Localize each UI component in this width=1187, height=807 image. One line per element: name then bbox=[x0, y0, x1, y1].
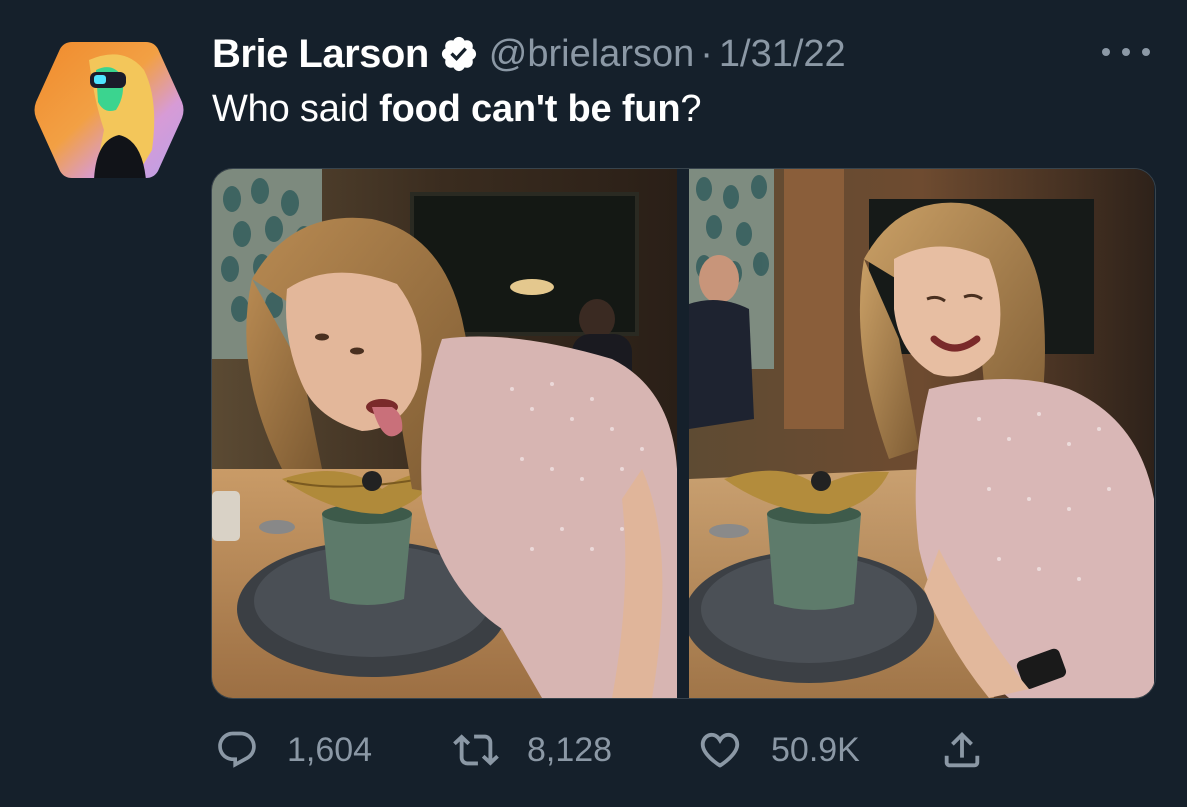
reply-icon bbox=[218, 731, 256, 768]
reply-count: 1,604 bbox=[287, 730, 373, 769]
retweet-icon bbox=[453, 734, 499, 766]
more-options-icon[interactable] bbox=[1102, 40, 1150, 64]
avatar-image bbox=[34, 42, 184, 178]
tweet-text-bold: food can't be fun bbox=[379, 88, 681, 130]
like-button[interactable]: 50.9K bbox=[697, 720, 860, 780]
photo-left[interactable] bbox=[212, 169, 677, 698]
tweet-text: Who said food can't be fun? bbox=[212, 88, 701, 131]
dot-icon bbox=[1122, 48, 1130, 56]
tweet-header: Brie Larson @brielarson · 1/31/22 bbox=[212, 30, 846, 78]
retweet-button[interactable]: 8,128 bbox=[453, 720, 612, 780]
tweet-text-part2: ? bbox=[680, 88, 702, 130]
tweet-actions: 1,604 8,128 50.9K bbox=[211, 720, 1011, 780]
tweet-media bbox=[211, 168, 1156, 699]
photo-right[interactable] bbox=[689, 169, 1154, 698]
author-handle[interactable]: @brielarson bbox=[489, 33, 694, 76]
share-button[interactable] bbox=[939, 720, 1013, 780]
separator-dot: · bbox=[700, 32, 713, 75]
avatar[interactable] bbox=[34, 40, 184, 180]
like-count: 50.9K bbox=[771, 730, 860, 769]
retweet-count: 8,128 bbox=[527, 730, 613, 769]
share-icon bbox=[944, 731, 980, 768]
author-display-name[interactable]: Brie Larson bbox=[212, 32, 429, 77]
like-icon bbox=[700, 732, 740, 768]
tweet[interactable]: Brie Larson @brielarson · 1/31/22 Who sa… bbox=[0, 0, 1187, 807]
tweet-date[interactable]: 1/31/22 bbox=[719, 33, 846, 76]
dot-icon bbox=[1102, 48, 1110, 56]
reply-button[interactable]: 1,604 bbox=[215, 720, 372, 780]
tweet-text-part1: Who said bbox=[212, 88, 380, 130]
dot-icon bbox=[1142, 48, 1150, 56]
verified-badge-icon bbox=[439, 34, 479, 74]
